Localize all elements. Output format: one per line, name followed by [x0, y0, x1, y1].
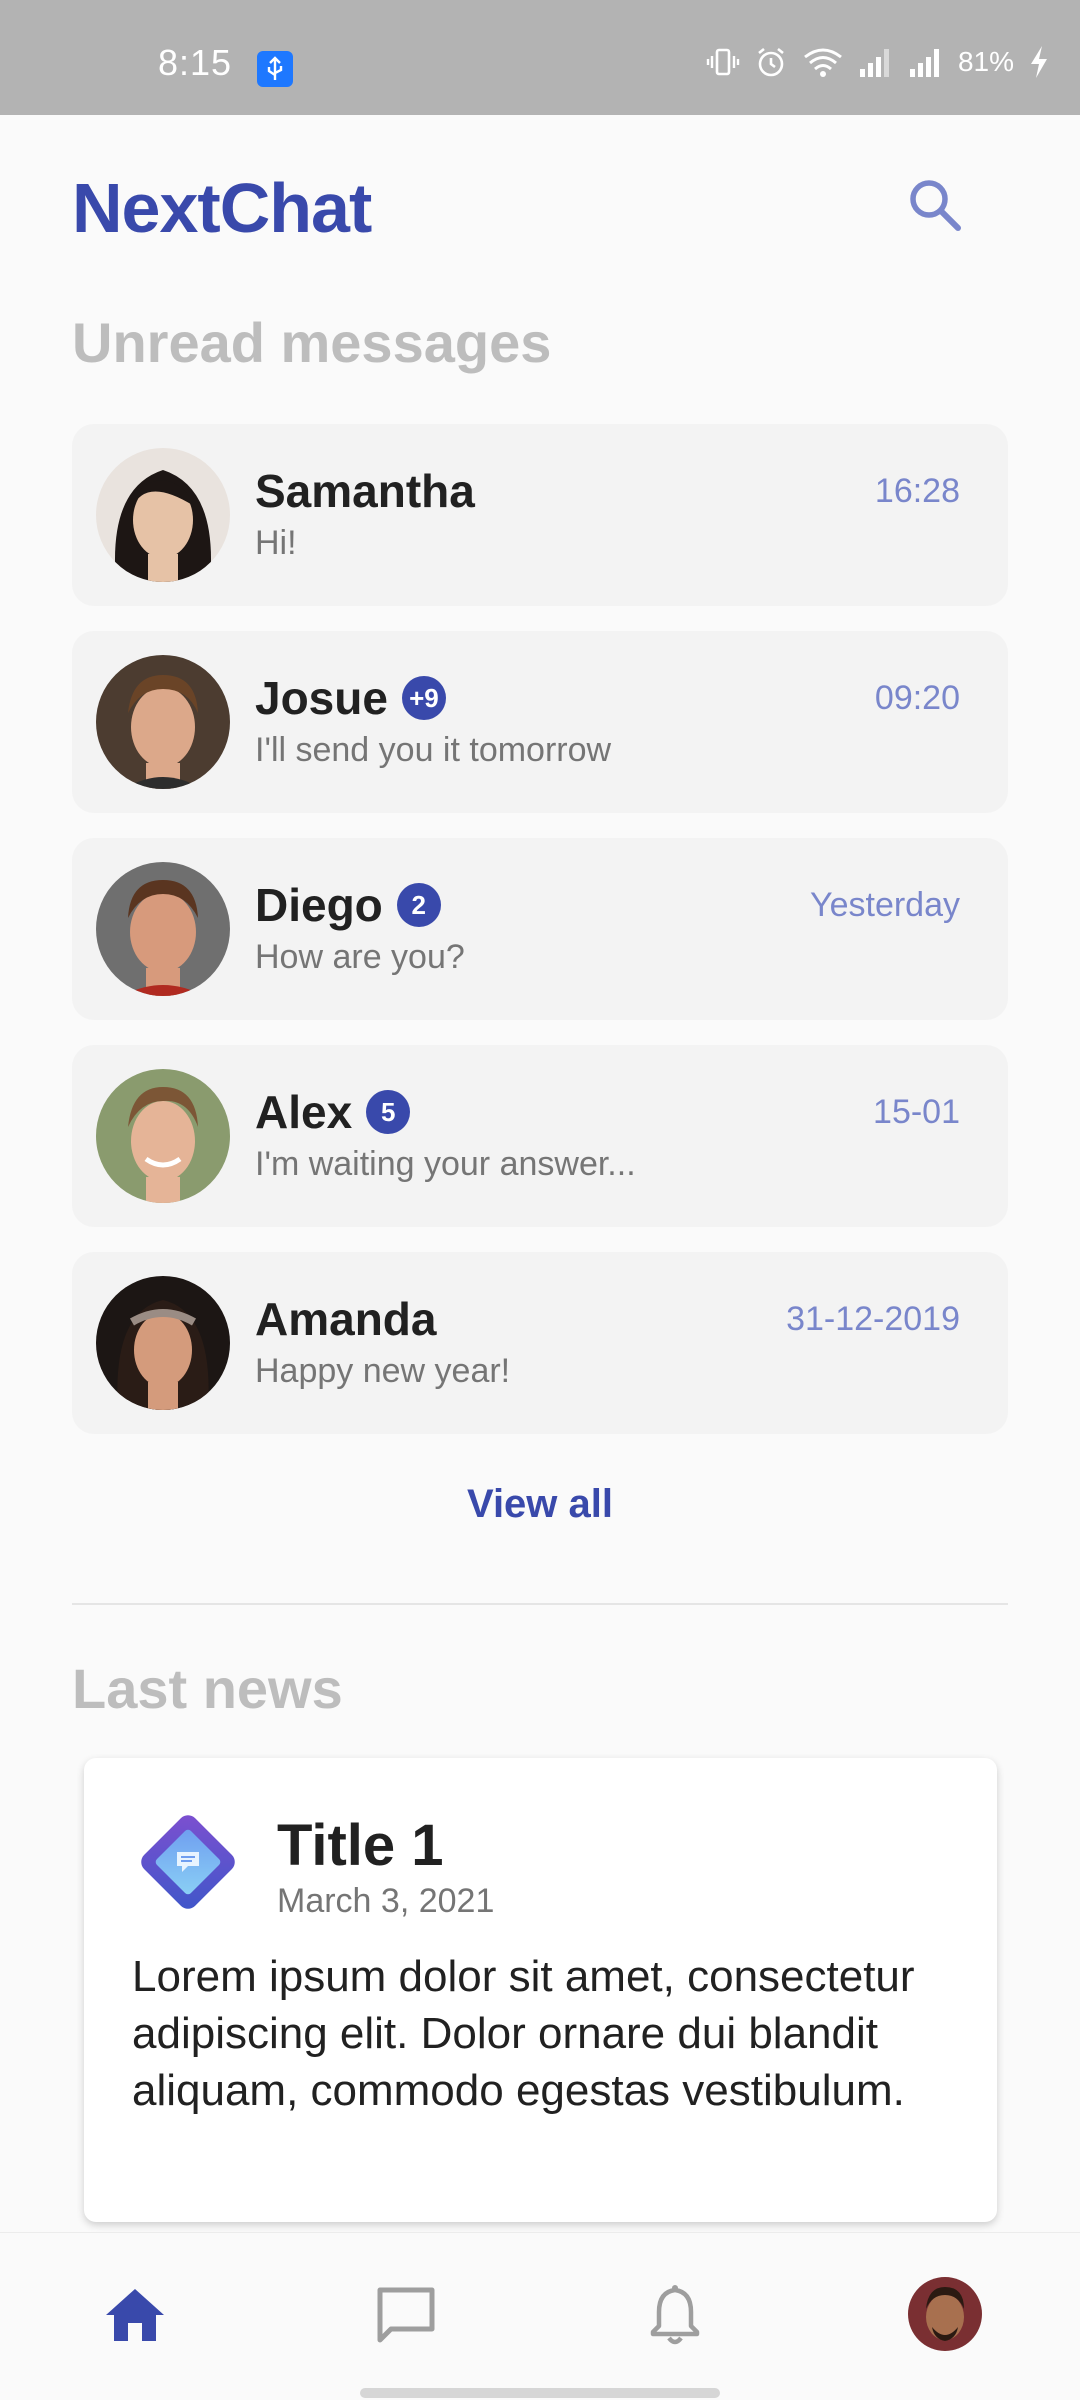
- chat-item[interactable]: Alex 5 I'm waiting your answer... 15-01: [72, 1045, 1008, 1227]
- chat-name-row: Josue +9: [255, 671, 446, 725]
- chat-list: Samantha Hi! 16:28 Josue +9 I'll send yo…: [72, 424, 1008, 1459]
- bell-icon: [650, 2285, 700, 2345]
- chat-name: Samantha: [255, 465, 475, 517]
- chat-name-row: Samantha: [255, 464, 475, 518]
- view-all-link[interactable]: View all: [0, 1482, 1080, 1527]
- chat-time: 16:28: [874, 472, 960, 510]
- wifi-icon: [802, 45, 844, 79]
- unread-count-badge: +9: [401, 676, 446, 720]
- avatar: [96, 1069, 230, 1203]
- bottom-nav: [0, 2232, 1080, 2400]
- profile-avatar[interactable]: [908, 2277, 982, 2351]
- chat-message: I'm waiting your answer...: [255, 1145, 636, 1183]
- signal-icon: [908, 45, 944, 79]
- chat-time: Yesterday: [810, 886, 960, 924]
- unread-section-title: Unread messages: [72, 311, 552, 374]
- avatar: [96, 655, 230, 789]
- vibrate-icon: [706, 45, 740, 79]
- chat-time: 09:20: [874, 679, 960, 717]
- chat-item[interactable]: Diego 2 How are you? Yesterday: [72, 838, 1008, 1020]
- usb-icon: [257, 51, 293, 87]
- news-logo-icon: [141, 1815, 235, 1909]
- news-body: Lorem ipsum dolor sit amet, consectetur …: [132, 1952, 915, 2115]
- news-section-title: Last news: [72, 1657, 343, 1720]
- chat-message: I'll send you it tomorrow: [255, 731, 612, 769]
- status-icons: 81%: [706, 42, 1050, 82]
- chat-name-row: Diego 2: [255, 878, 441, 932]
- news-title: Title 1: [277, 1813, 444, 1878]
- chat-name: Alex: [255, 1086, 353, 1138]
- avatar: [96, 448, 230, 582]
- status-bar: 8:15 81%: [0, 0, 1080, 115]
- chat-item[interactable]: Josue +9 I'll send you it tomorrow 09:20: [72, 631, 1008, 813]
- chat-name-row: Alex 5: [255, 1085, 411, 1139]
- unread-count-badge: 2: [396, 883, 441, 927]
- avatar: [96, 1276, 230, 1410]
- nav-notifications[interactable]: [635, 2275, 715, 2355]
- battery-percent: 81%: [957, 46, 1014, 77]
- nav-chats[interactable]: [366, 2275, 446, 2355]
- search-icon: [910, 180, 961, 231]
- chat-name: Amanda: [255, 1293, 437, 1345]
- divider: [72, 1603, 1008, 1605]
- app-title: NextChat: [72, 169, 372, 247]
- charging-icon: [1028, 44, 1050, 80]
- avatar: [96, 862, 230, 996]
- signal-icon: [858, 45, 894, 79]
- chat-name: Diego: [255, 879, 383, 931]
- chat-time: 15-01: [873, 1093, 960, 1131]
- nav-home[interactable]: [95, 2275, 175, 2355]
- alarm-icon: [754, 45, 788, 79]
- chat-item[interactable]: Samantha Hi! 16:28: [72, 424, 1008, 606]
- home-icon: [106, 2289, 164, 2341]
- chat-name-row: Amanda: [255, 1292, 436, 1346]
- chat-icon: [377, 2287, 435, 2343]
- chat-time: 31-12-2019: [786, 1300, 960, 1338]
- chat-message: Hi!: [255, 524, 297, 562]
- chat-message: Happy new year!: [255, 1352, 511, 1390]
- home-indicator: [360, 2388, 720, 2398]
- chat-name: Josue: [255, 672, 388, 724]
- chat-message: How are you?: [255, 938, 465, 976]
- news-date: March 3, 2021: [277, 1882, 495, 1920]
- status-time: 8:15: [158, 42, 233, 83]
- news-card[interactable]: Title 1 March 3, 2021 Lorem ipsum dolor …: [84, 1758, 997, 2222]
- chat-item[interactable]: Amanda Happy new year! 31-12-2019: [72, 1252, 1008, 1434]
- unread-count-badge: 5: [366, 1090, 411, 1134]
- search-button[interactable]: [900, 170, 970, 240]
